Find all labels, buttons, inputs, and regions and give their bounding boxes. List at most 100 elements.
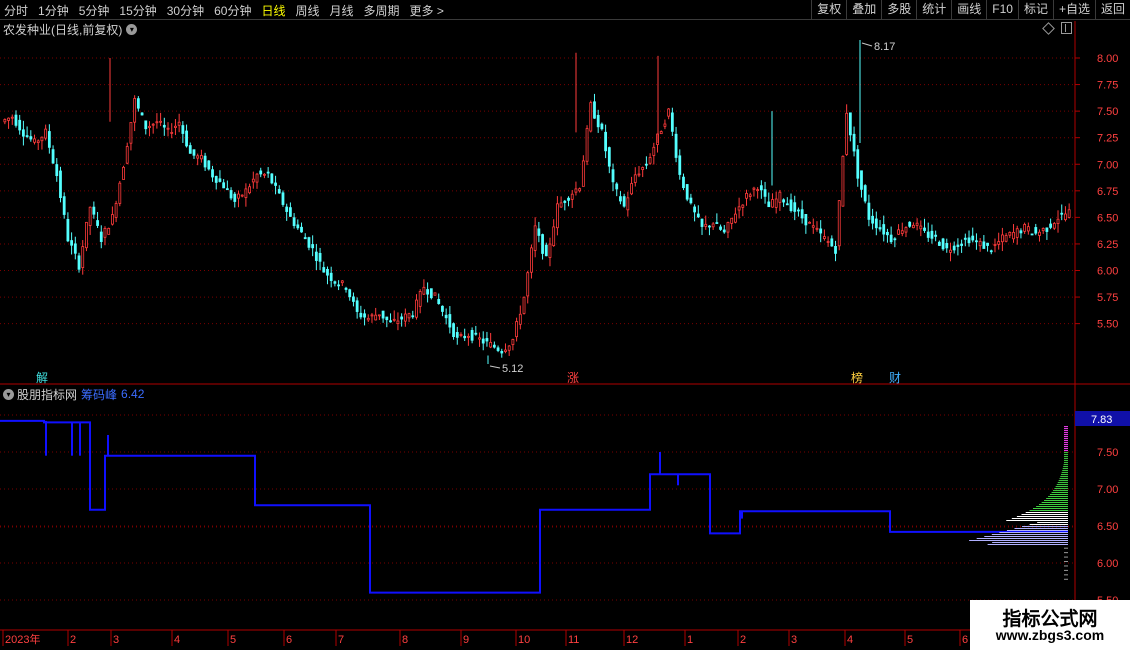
price-axis-label: 6.00 bbox=[1097, 266, 1118, 278]
candle-body bbox=[778, 191, 782, 203]
x-axis-label: 2 bbox=[70, 634, 76, 646]
candle-body bbox=[715, 222, 719, 224]
candle-body bbox=[811, 225, 815, 228]
candle-body bbox=[496, 347, 500, 351]
candle-body bbox=[481, 338, 485, 344]
indicator-name[interactable]: 股朋指标网 bbox=[17, 386, 77, 403]
candle-body bbox=[237, 193, 240, 199]
candle-body bbox=[133, 98, 137, 123]
candle-body bbox=[856, 149, 860, 179]
candle-body bbox=[533, 225, 537, 251]
candle-body bbox=[989, 250, 993, 253]
candle-body bbox=[659, 131, 663, 135]
candle-body bbox=[466, 335, 470, 338]
candle-body bbox=[389, 320, 392, 323]
candle-body bbox=[174, 125, 177, 128]
candle-body bbox=[596, 114, 600, 128]
candle-body bbox=[441, 305, 444, 312]
candle-body bbox=[233, 193, 237, 202]
candle-body bbox=[882, 224, 886, 235]
diamond-icon[interactable] bbox=[1042, 21, 1055, 35]
x-axis-label: 6 bbox=[962, 634, 968, 646]
candle-body bbox=[941, 238, 945, 250]
candle-body bbox=[500, 351, 504, 354]
candle-body bbox=[674, 133, 678, 158]
candle-body bbox=[255, 173, 259, 183]
candle-body bbox=[1060, 212, 1064, 215]
candle-body bbox=[993, 244, 997, 246]
event-marker[interactable]: 解 bbox=[36, 371, 48, 385]
candle-body bbox=[1067, 209, 1071, 218]
candle-body bbox=[708, 225, 711, 228]
candle-body bbox=[1041, 228, 1045, 232]
candle-body bbox=[845, 112, 849, 155]
candle-body bbox=[92, 206, 96, 215]
candle-body bbox=[318, 252, 322, 262]
candle-body bbox=[893, 238, 897, 241]
candle-body bbox=[159, 120, 163, 123]
stock-title[interactable]: 农发种业(日线,前复权) bbox=[3, 21, 122, 38]
indicator-axis-label: 6.00 bbox=[1097, 558, 1118, 570]
candle-body bbox=[648, 157, 652, 164]
candle-body bbox=[1026, 226, 1030, 232]
indicator-axis-label: 6.50 bbox=[1097, 521, 1118, 533]
candle-body bbox=[663, 123, 667, 127]
candle-body bbox=[214, 175, 218, 183]
candle-body bbox=[986, 242, 989, 246]
candle-body bbox=[211, 169, 214, 178]
candle-body bbox=[151, 123, 155, 126]
event-marker[interactable]: 涨 bbox=[567, 370, 579, 385]
event-marker[interactable]: 财 bbox=[889, 371, 901, 385]
candle-body bbox=[518, 313, 522, 325]
candle-body bbox=[251, 178, 255, 183]
candle-body bbox=[222, 182, 226, 189]
candle-body bbox=[59, 170, 62, 199]
candle-body bbox=[140, 112, 144, 116]
candle-body bbox=[952, 245, 956, 251]
candle-body bbox=[396, 320, 400, 324]
candle-body bbox=[808, 221, 811, 224]
candle-body bbox=[1008, 231, 1012, 236]
candle-body bbox=[771, 199, 774, 208]
candle-body bbox=[144, 120, 148, 130]
candle-body bbox=[177, 121, 181, 126]
candle-body bbox=[1015, 228, 1019, 238]
candle-body bbox=[129, 122, 133, 144]
candle-body bbox=[889, 234, 893, 243]
candle-body bbox=[340, 280, 344, 284]
x-axis-label: 3 bbox=[113, 634, 119, 646]
candle-body bbox=[85, 221, 88, 249]
candle-body bbox=[3, 119, 7, 123]
event-marker[interactable]: 榜 bbox=[851, 370, 863, 385]
candle-body bbox=[911, 224, 915, 229]
candle-body bbox=[381, 310, 385, 319]
panel-toggle-icon[interactable] bbox=[1061, 22, 1072, 34]
x-axis-label: 4 bbox=[174, 634, 180, 646]
price-axis-label: 8.00 bbox=[1097, 53, 1118, 65]
candle-body bbox=[225, 188, 229, 191]
candle-body bbox=[485, 338, 489, 342]
candle-body bbox=[874, 218, 878, 229]
candle-body bbox=[689, 197, 693, 204]
indicator-line bbox=[0, 419, 1068, 594]
candle-body bbox=[125, 146, 129, 164]
chevron-down-icon[interactable]: ▾ bbox=[126, 23, 138, 35]
candle-body bbox=[355, 300, 359, 312]
stock-chart[interactable]: 8.00 7.75 7.50 7.25 7.00 6.75 6.50 6.25 6.00 5.75… bbox=[0, 0, 1130, 650]
candle-body bbox=[574, 188, 578, 193]
candle-body bbox=[819, 228, 823, 234]
high-pointer bbox=[861, 42, 873, 47]
candle-body bbox=[967, 237, 971, 244]
candle-body bbox=[307, 237, 311, 248]
candle-body bbox=[526, 272, 530, 297]
candle-body bbox=[415, 299, 418, 318]
candle-body bbox=[444, 314, 448, 319]
candle-body bbox=[555, 203, 559, 229]
candle-body bbox=[633, 174, 637, 183]
candle-body bbox=[982, 241, 986, 249]
chevron-down-icon[interactable]: ▾ bbox=[3, 388, 14, 400]
candle-body bbox=[667, 108, 671, 117]
candle-body bbox=[359, 312, 363, 318]
candle-body bbox=[682, 176, 685, 189]
x-axis-label: 1 bbox=[687, 634, 693, 646]
